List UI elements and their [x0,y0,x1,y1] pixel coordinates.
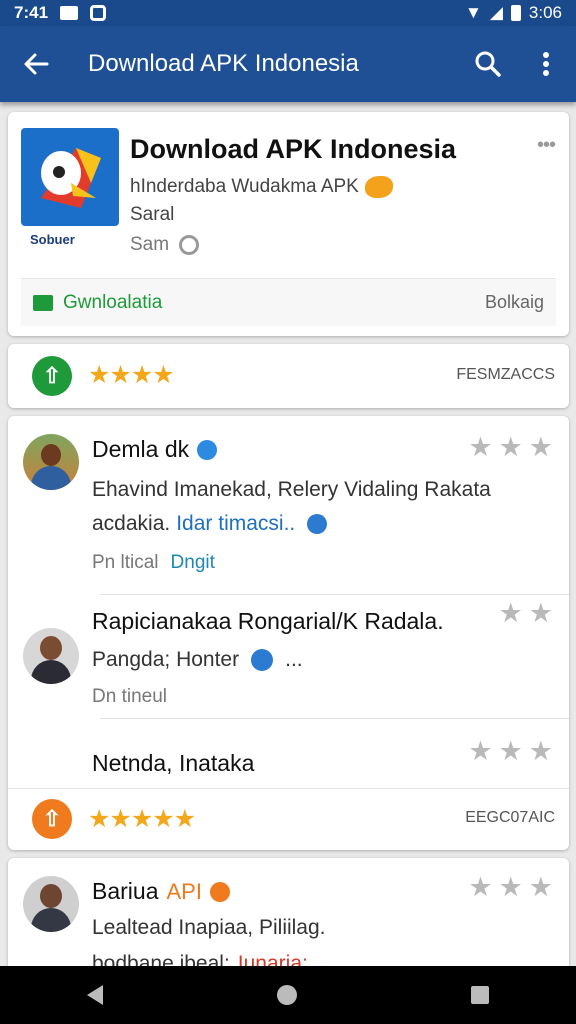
review-stars[interactable]: ★★★ [468,736,559,767]
back-arrow-icon[interactable] [0,52,72,76]
review-text: Lealtead Inapiaa, Piliilag. [92,916,326,939]
download-icon [33,294,53,311]
divider [100,718,569,719]
reviewer-name: Netnda, Inataka [92,750,255,776]
rating-right-text: FESMZACCS [456,366,555,383]
reviewer-name: Demla dk [92,436,190,462]
review-text-row: Pangda; Honter ... [92,648,303,672]
download-label: Gwnloalatia [63,291,163,313]
rating-stars: ★★★★ [88,361,175,389]
app-subtitle: hInderdaba Wudakma APK [130,176,359,197]
bird-icon [364,176,393,198]
review-header: Demla dk [92,436,218,463]
avatar[interactable] [23,628,79,684]
emoji-icon [307,514,328,534]
app-subtitle-row: hInderdaba Wudakma APK [130,176,393,198]
nav-home-icon[interactable] [277,985,297,1005]
review-meta-text: Pn ltical [92,552,159,573]
mail-icon [60,6,79,20]
notification-icon [90,5,107,21]
nav-back-icon[interactable] [87,985,103,1005]
chat-icon [179,235,200,255]
system-nav-bar [0,966,576,1024]
logo-caption: Sobuer [30,232,75,247]
review-card-4: Bariua API ★★★ Lealtead Inapiaa, Piliila… [8,858,569,978]
verified-badge-icon [197,439,218,460]
review-text-part: acdakia. [92,512,171,535]
review-text: Ehavind Imanekad, Relery Vidaling Rakata [92,478,491,501]
review-meta: Pn ltical Dngit [92,552,215,574]
app-title: Download APK Indonesia [130,134,457,164]
reviewer-name: Rapicianakaa Rongarial/K Radala. [92,608,444,634]
review-link[interactable]: Idar timacsi.. [176,512,295,536]
review-text: Pangda; Honter [92,648,240,671]
status-time-left: 7:41 [14,3,49,22]
download-right: Bolkaig [484,292,544,312]
battery-icon [510,5,521,21]
gear-badge-icon [209,881,230,902]
status-time-right: 3:06 [528,3,562,22]
rating-row-2[interactable]: ⇧ ★★★★★ EEGC07AIC [8,788,569,850]
app-bar: Download APK Indonesia [0,26,576,102]
app-info-card: Sobuer Download APK Indonesia ••• hInder… [8,112,569,336]
review-text-ellipsis: ... [285,648,303,671]
more-vert-icon[interactable] [516,51,576,77]
reviewer-tag: API [166,878,202,904]
search-icon[interactable] [460,50,516,78]
upvote-icon[interactable]: ⇧ [32,356,72,396]
avatar[interactable] [23,434,79,490]
nav-recents-icon[interactable] [471,986,489,1004]
rating-row-1[interactable]: ⇧ ★★★★ FESMZACCS [8,344,569,408]
avatar[interactable] [23,876,79,932]
overflow-menu-icon[interactable]: ••• [537,134,556,157]
app-line2: Saral [130,204,175,225]
review-header: Bariua API [92,878,230,905]
review-stars[interactable]: ★★★ [468,872,559,903]
review-meta-link[interactable]: Dngit [171,552,215,574]
rating-stars: ★★★★★ [88,805,196,833]
app-line3-row: Sam [130,234,200,256]
divider [100,594,569,595]
reviews-card: Demla dk ★★★ Ehavind Imanekad, Relery Vi… [8,416,569,850]
emoji-icon [251,649,274,671]
wifi-icon: ▼ [465,3,482,22]
review-meta-text: Dn tineul [92,686,167,707]
signal-icon: ◢ [489,3,503,22]
review-stars[interactable]: ★★★ [468,432,559,463]
rating-right-text: EEGC07AIC [465,809,555,826]
download-row[interactable]: Gwnloalatia Bolkaig [21,278,556,326]
status-bar: 7:41 ▼ ◢ 3:06 [0,0,576,26]
review-text-line2: acdakia. Idar timacsi.. [92,512,328,536]
app-line3: Sam [130,234,170,255]
upvote-icon[interactable]: ⇧ [32,799,72,839]
app-logo[interactable] [21,128,119,226]
app-bar-title: Download APK Indonesia [88,50,359,77]
review-stars[interactable]: ★★ [499,598,559,629]
reviewer-name: Bariua [92,878,159,904]
